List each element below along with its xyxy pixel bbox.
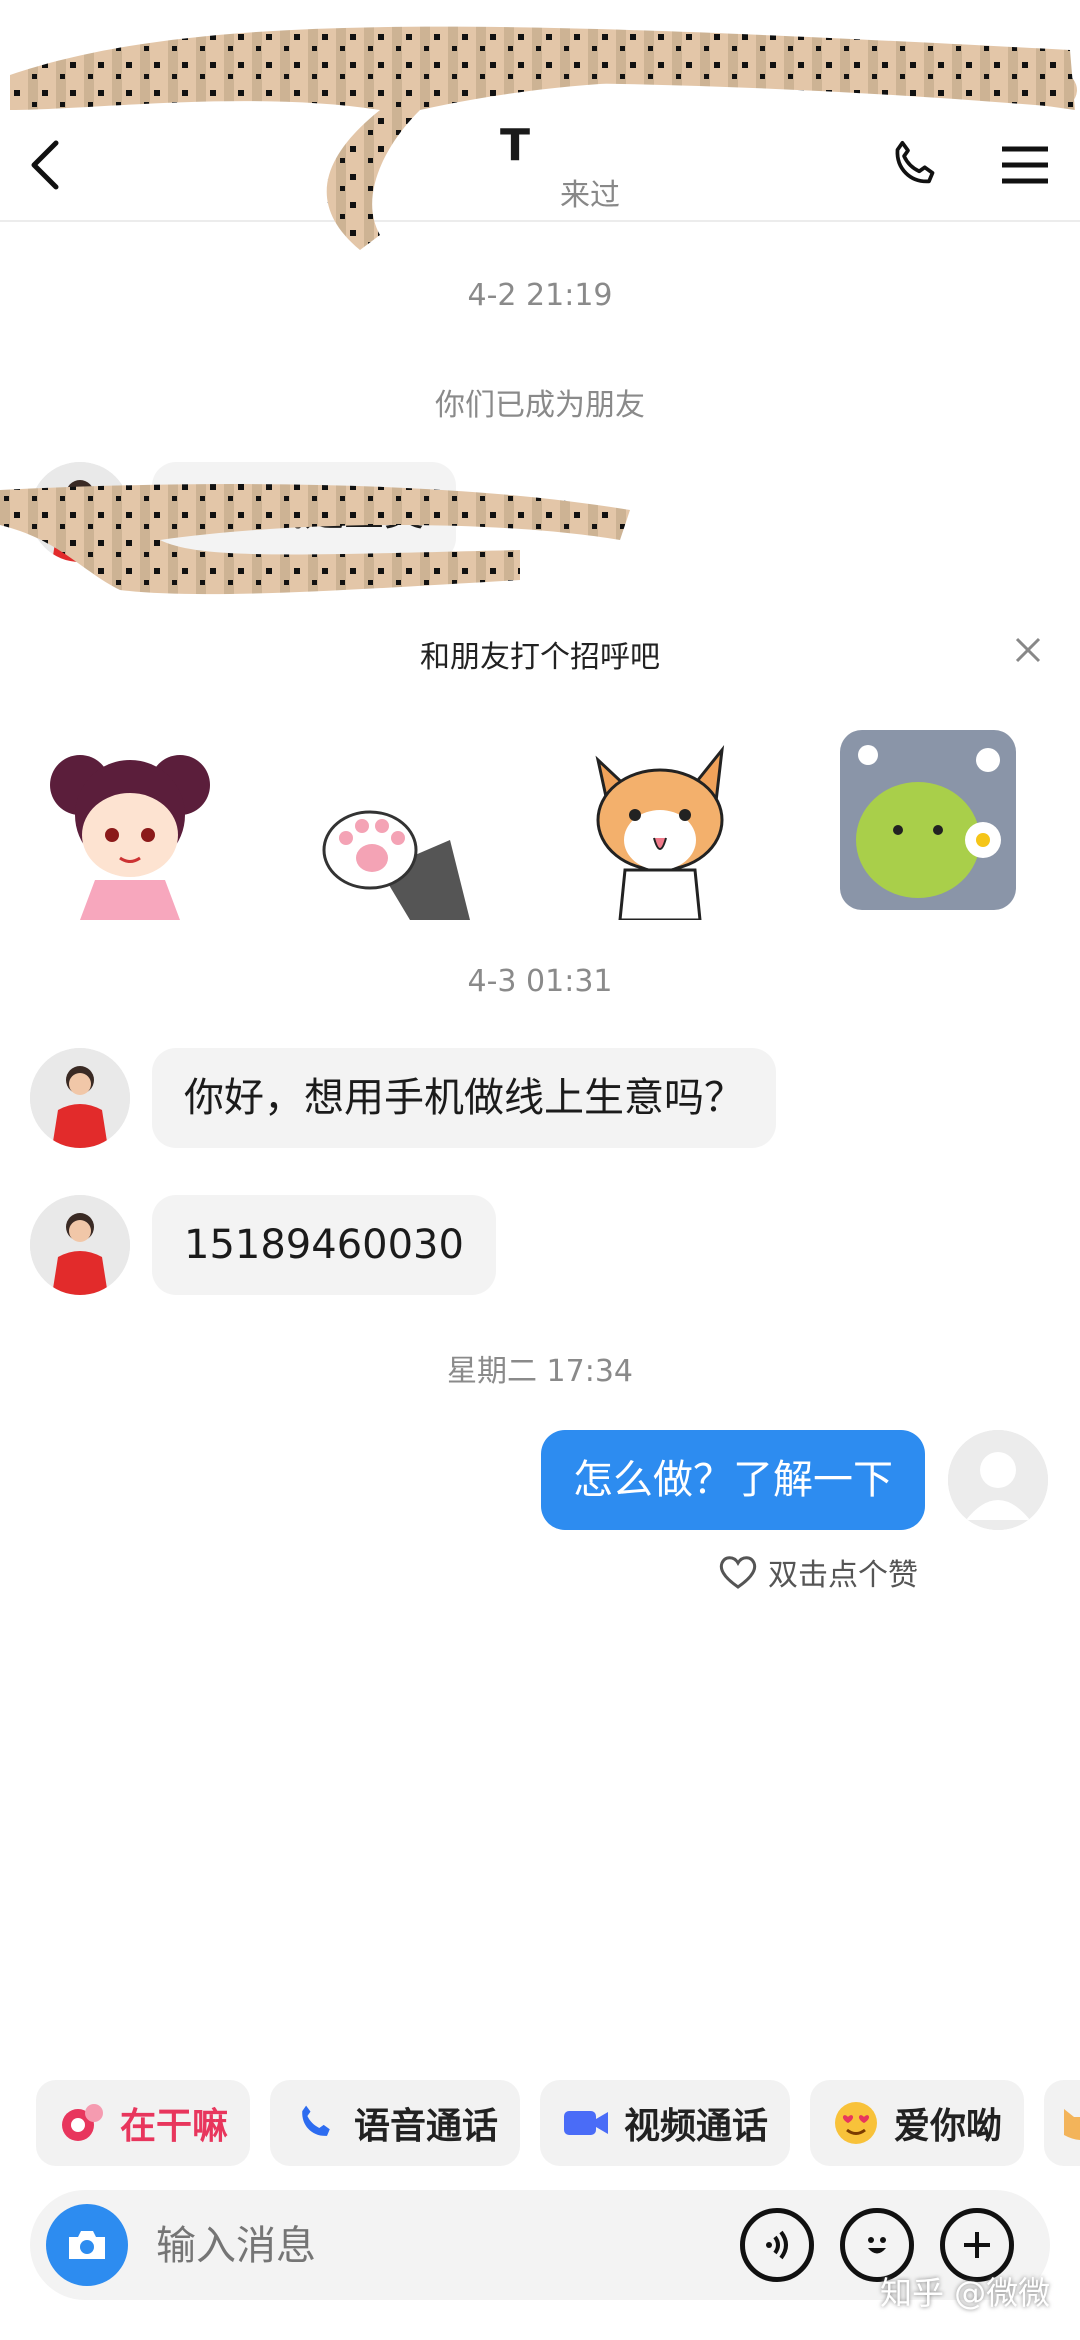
cat-emoji-icon <box>1058 2099 1080 2147</box>
message-bubble[interactable]: 你好，想用手机做线上生意吗？ <box>152 1048 776 1148</box>
smiley-icon <box>868 2237 886 2254</box>
heart-eyes-emoji-icon <box>832 2099 880 2147</box>
message-bubble-outgoing[interactable]: 怎么做？了解一下 <box>541 1430 925 1530</box>
avatar-photo <box>30 1048 130 1148</box>
watermark: 知乎 @微微 <box>880 2274 1051 2312</box>
heart-icon <box>719 1556 757 1589</box>
greet-prompt-label: 和朋友打个招呼吧 <box>420 640 660 675</box>
close-greet-button[interactable] <box>1006 628 1050 672</box>
contact-avatar[interactable] <box>30 1048 130 1148</box>
timestamp: 星期二 17:34 <box>447 1354 633 1389</box>
plus-icon <box>964 2232 990 2258</box>
message-bubble[interactable]: 15189460030 <box>152 1195 496 1295</box>
avatar-photo <box>30 1195 130 1295</box>
quick-actions-bar: 在干嘛 语音通话 视频通话 爱你呦 <box>36 2080 1080 2170</box>
quick-action-voice-call[interactable]: 语音通话 <box>270 2080 521 2166</box>
like-hint[interactable]: 双击点个赞 <box>718 1550 918 1594</box>
cat-paw-sticker[interactable] <box>300 720 480 920</box>
close-icon <box>1015 637 1041 663</box>
like-hint-label: 双击点个赞 <box>768 1558 918 1593</box>
voice-wave-icon <box>766 2230 788 2260</box>
green-monster-sticker[interactable] <box>838 720 1018 920</box>
redaction-scribble <box>10 26 1077 250</box>
camera-button[interactable] <box>46 2204 128 2286</box>
quick-action-zaiganma[interactable]: 在干嘛 <box>36 2080 251 2166</box>
camera-icon <box>69 2231 105 2259</box>
timestamp: 4-2 21:19 <box>467 278 613 313</box>
redaction-scribble <box>0 484 630 595</box>
video-icon <box>562 2099 610 2147</box>
my-avatar[interactable] <box>948 1430 1048 1530</box>
quick-action-video-call[interactable]: 视频通话 <box>540 2080 791 2166</box>
timestamp: 4-3 01:31 <box>467 964 613 999</box>
message-input[interactable] <box>154 2210 608 2282</box>
contact-avatar[interactable] <box>30 1195 130 1295</box>
quick-action-more[interactable] <box>1044 2080 1080 2166</box>
girl-sticker[interactable] <box>40 720 220 920</box>
question-sticker-icon <box>58 2099 106 2147</box>
phone-icon <box>292 2099 340 2147</box>
default-avatar-icon <box>948 1430 1048 1530</box>
voice-input-button[interactable] <box>740 2208 814 2282</box>
corgi-sticker[interactable] <box>570 720 750 920</box>
quick-action-love[interactable]: 爱你呦 <box>810 2080 1025 2166</box>
friend-added-notice: 你们已成为朋友 <box>435 388 645 423</box>
